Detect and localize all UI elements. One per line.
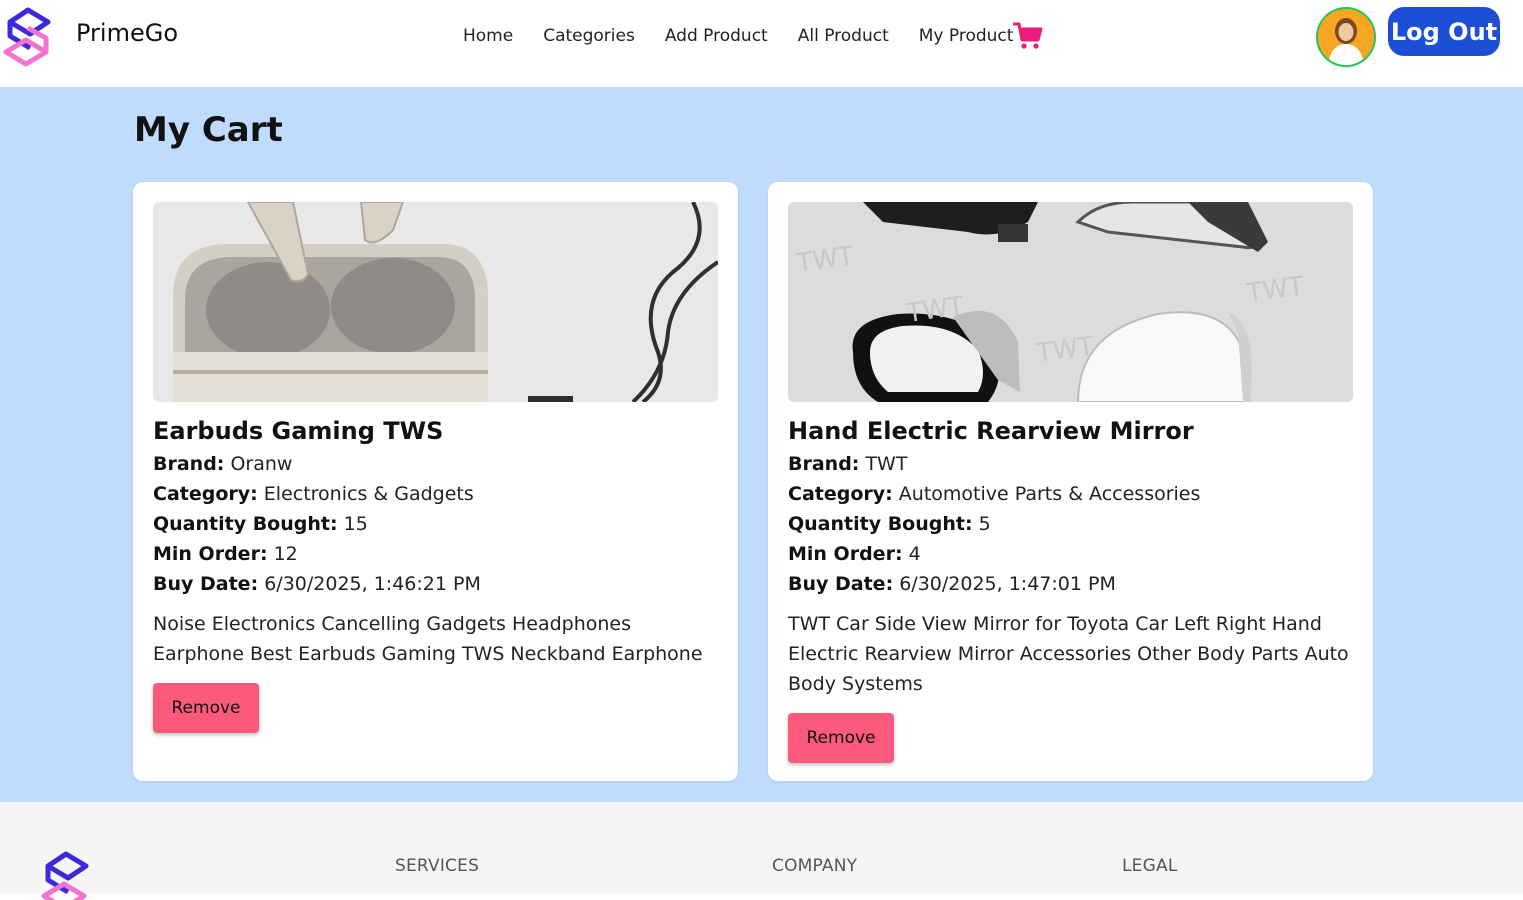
avatar-portrait-icon	[1318, 9, 1374, 65]
nav-all-product[interactable]: All Product	[798, 24, 889, 48]
category-label: Category:	[153, 483, 258, 505]
cart-item-card: Earbuds Gaming TWS Brand: Oranw Category…	[133, 182, 738, 781]
category-label: Category:	[788, 483, 893, 505]
buy-date-label: Buy Date:	[788, 573, 894, 595]
buy-date-value: 6/30/2025, 1:46:21 PM	[264, 573, 481, 595]
quantity-bought: Quantity Bought: 5	[788, 509, 1353, 539]
product-category: Category: Electronics & Gadgets	[153, 479, 718, 509]
min-order-label: Min Order:	[788, 543, 903, 565]
footer-company-heading: COMPANY	[772, 856, 858, 876]
navbar: PrimeGo Home Categories Add Product All …	[0, 0, 1523, 87]
nav-home[interactable]: Home	[463, 24, 513, 48]
min-order-value: 4	[908, 543, 921, 565]
nav-add-product[interactable]: Add Product	[665, 24, 768, 48]
product-name: Earbuds Gaming TWS	[153, 417, 444, 445]
brand-label: Brand:	[788, 453, 860, 475]
brand-label: Brand:	[153, 453, 225, 475]
buy-date-value: 6/30/2025, 1:47:01 PM	[899, 573, 1116, 595]
product-description: TWT Car Side View Mirror for Toyota Car …	[788, 613, 1349, 695]
category-value: Automotive Parts & Accessories	[898, 483, 1201, 505]
remove-button[interactable]: Remove	[153, 683, 259, 733]
product-name: Hand Electric Rearview Mirror	[788, 417, 1194, 445]
min-order-label: Min Order:	[153, 543, 268, 565]
buy-date: Buy Date: 6/30/2025, 1:46:21 PM	[153, 569, 718, 599]
remove-button[interactable]: Remove	[788, 713, 894, 763]
cart-item-details: Earbuds Gaming TWS Brand: Oranw Category…	[153, 415, 718, 733]
buy-date-label: Buy Date:	[153, 573, 259, 595]
brand-name[interactable]: PrimeGo	[76, 19, 178, 47]
brand-value: TWT	[865, 453, 908, 475]
footer: SERVICES COMPANY LEGAL	[0, 802, 1523, 900]
page-title: My Cart	[134, 110, 283, 150]
min-order: Min Order: 12	[153, 539, 718, 569]
buy-date: Buy Date: 6/30/2025, 1:47:01 PM	[788, 569, 1353, 599]
product-category: Category: Automotive Parts & Accessories	[788, 479, 1353, 509]
product-image-mirror: TWT TWT TWT TWT	[788, 202, 1353, 402]
product-image-earbuds	[153, 202, 718, 402]
shopping-cart-icon[interactable]	[1013, 21, 1043, 51]
cart-item-details: Hand Electric Rearview Mirror Brand: TWT…	[788, 415, 1353, 763]
user-avatar[interactable]	[1316, 7, 1376, 67]
quantity-bought: Quantity Bought: 15	[153, 509, 718, 539]
min-order-value: 12	[273, 543, 298, 565]
footer-services-heading: SERVICES	[395, 856, 480, 876]
quantity-label: Quantity Bought:	[153, 513, 338, 535]
footer-legal-heading: LEGAL	[1122, 856, 1178, 876]
brand-value: Oranw	[230, 453, 293, 475]
category-value: Electronics & Gadgets	[263, 483, 474, 505]
main-content: My Cart Earbuds Gaming TWS Brand: Oranw …	[0, 87, 1523, 802]
min-order: Min Order: 4	[788, 539, 1353, 569]
product-brand: Brand: Oranw	[153, 449, 718, 479]
quantity-label: Quantity Bought:	[788, 513, 973, 535]
quantity-value: 15	[343, 513, 368, 535]
quantity-value: 5	[978, 513, 991, 535]
cart-item-card: TWT TWT TWT TWT Hand Electric Rearview M…	[768, 182, 1373, 781]
product-description: Noise Electronics Cancelling Gadgets Hea…	[153, 613, 703, 665]
nav-my-product[interactable]: My Product	[919, 24, 1014, 48]
product-brand: Brand: TWT	[788, 449, 1353, 479]
logout-button[interactable]: Log Out	[1388, 7, 1500, 56]
main-nav: Home Categories Add Product All Product …	[463, 24, 1043, 48]
nav-categories[interactable]: Categories	[543, 24, 635, 48]
primego-logo-icon[interactable]	[0, 6, 54, 68]
